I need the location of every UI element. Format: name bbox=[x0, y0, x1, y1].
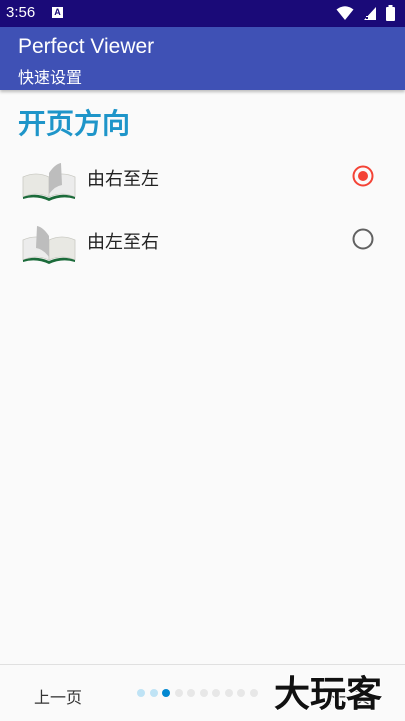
option-label: 由左至右 bbox=[87, 232, 159, 253]
wifi-icon bbox=[336, 6, 354, 20]
app-title: Perfect Viewer bbox=[18, 35, 155, 58]
option-left-to-right[interactable]: 由左至右 bbox=[0, 216, 405, 272]
status-time: 3:56 bbox=[6, 4, 36, 21]
page-dot bbox=[237, 689, 245, 697]
page-dot bbox=[162, 689, 170, 697]
page-dot bbox=[174, 689, 183, 697]
notification-icon: A bbox=[52, 7, 63, 18]
app-bar: Perfect Viewer 快速设置 bbox=[0, 27, 405, 90]
status-bar: 3:56 A bbox=[0, 0, 405, 27]
radio-selected[interactable] bbox=[352, 165, 374, 187]
option-label: 由右至左 bbox=[87, 169, 159, 190]
page-title: 开页方向 bbox=[18, 107, 131, 140]
status-icons bbox=[332, 5, 395, 23]
watermark-logo: 大玩客 bbox=[273, 673, 383, 716]
page-dot bbox=[137, 689, 145, 697]
app-subtitle: 快速设置 bbox=[18, 68, 83, 87]
battery-icon bbox=[386, 5, 395, 21]
open-book-icon bbox=[22, 226, 76, 264]
cellular-icon bbox=[363, 7, 376, 20]
previous-page-button[interactable]: 上一页 bbox=[34, 684, 82, 708]
page-dot bbox=[224, 689, 233, 697]
page-dot bbox=[199, 689, 208, 697]
open-book-icon bbox=[22, 163, 76, 201]
option-right-to-left[interactable]: 由右至左 bbox=[0, 153, 405, 209]
page-dot bbox=[149, 689, 158, 697]
radio-unselected[interactable] bbox=[352, 228, 374, 250]
page-dot bbox=[212, 689, 220, 697]
svg-text:大玩客: 大玩客 bbox=[274, 674, 382, 715]
page-dot bbox=[187, 689, 195, 697]
page-dot bbox=[249, 689, 258, 697]
